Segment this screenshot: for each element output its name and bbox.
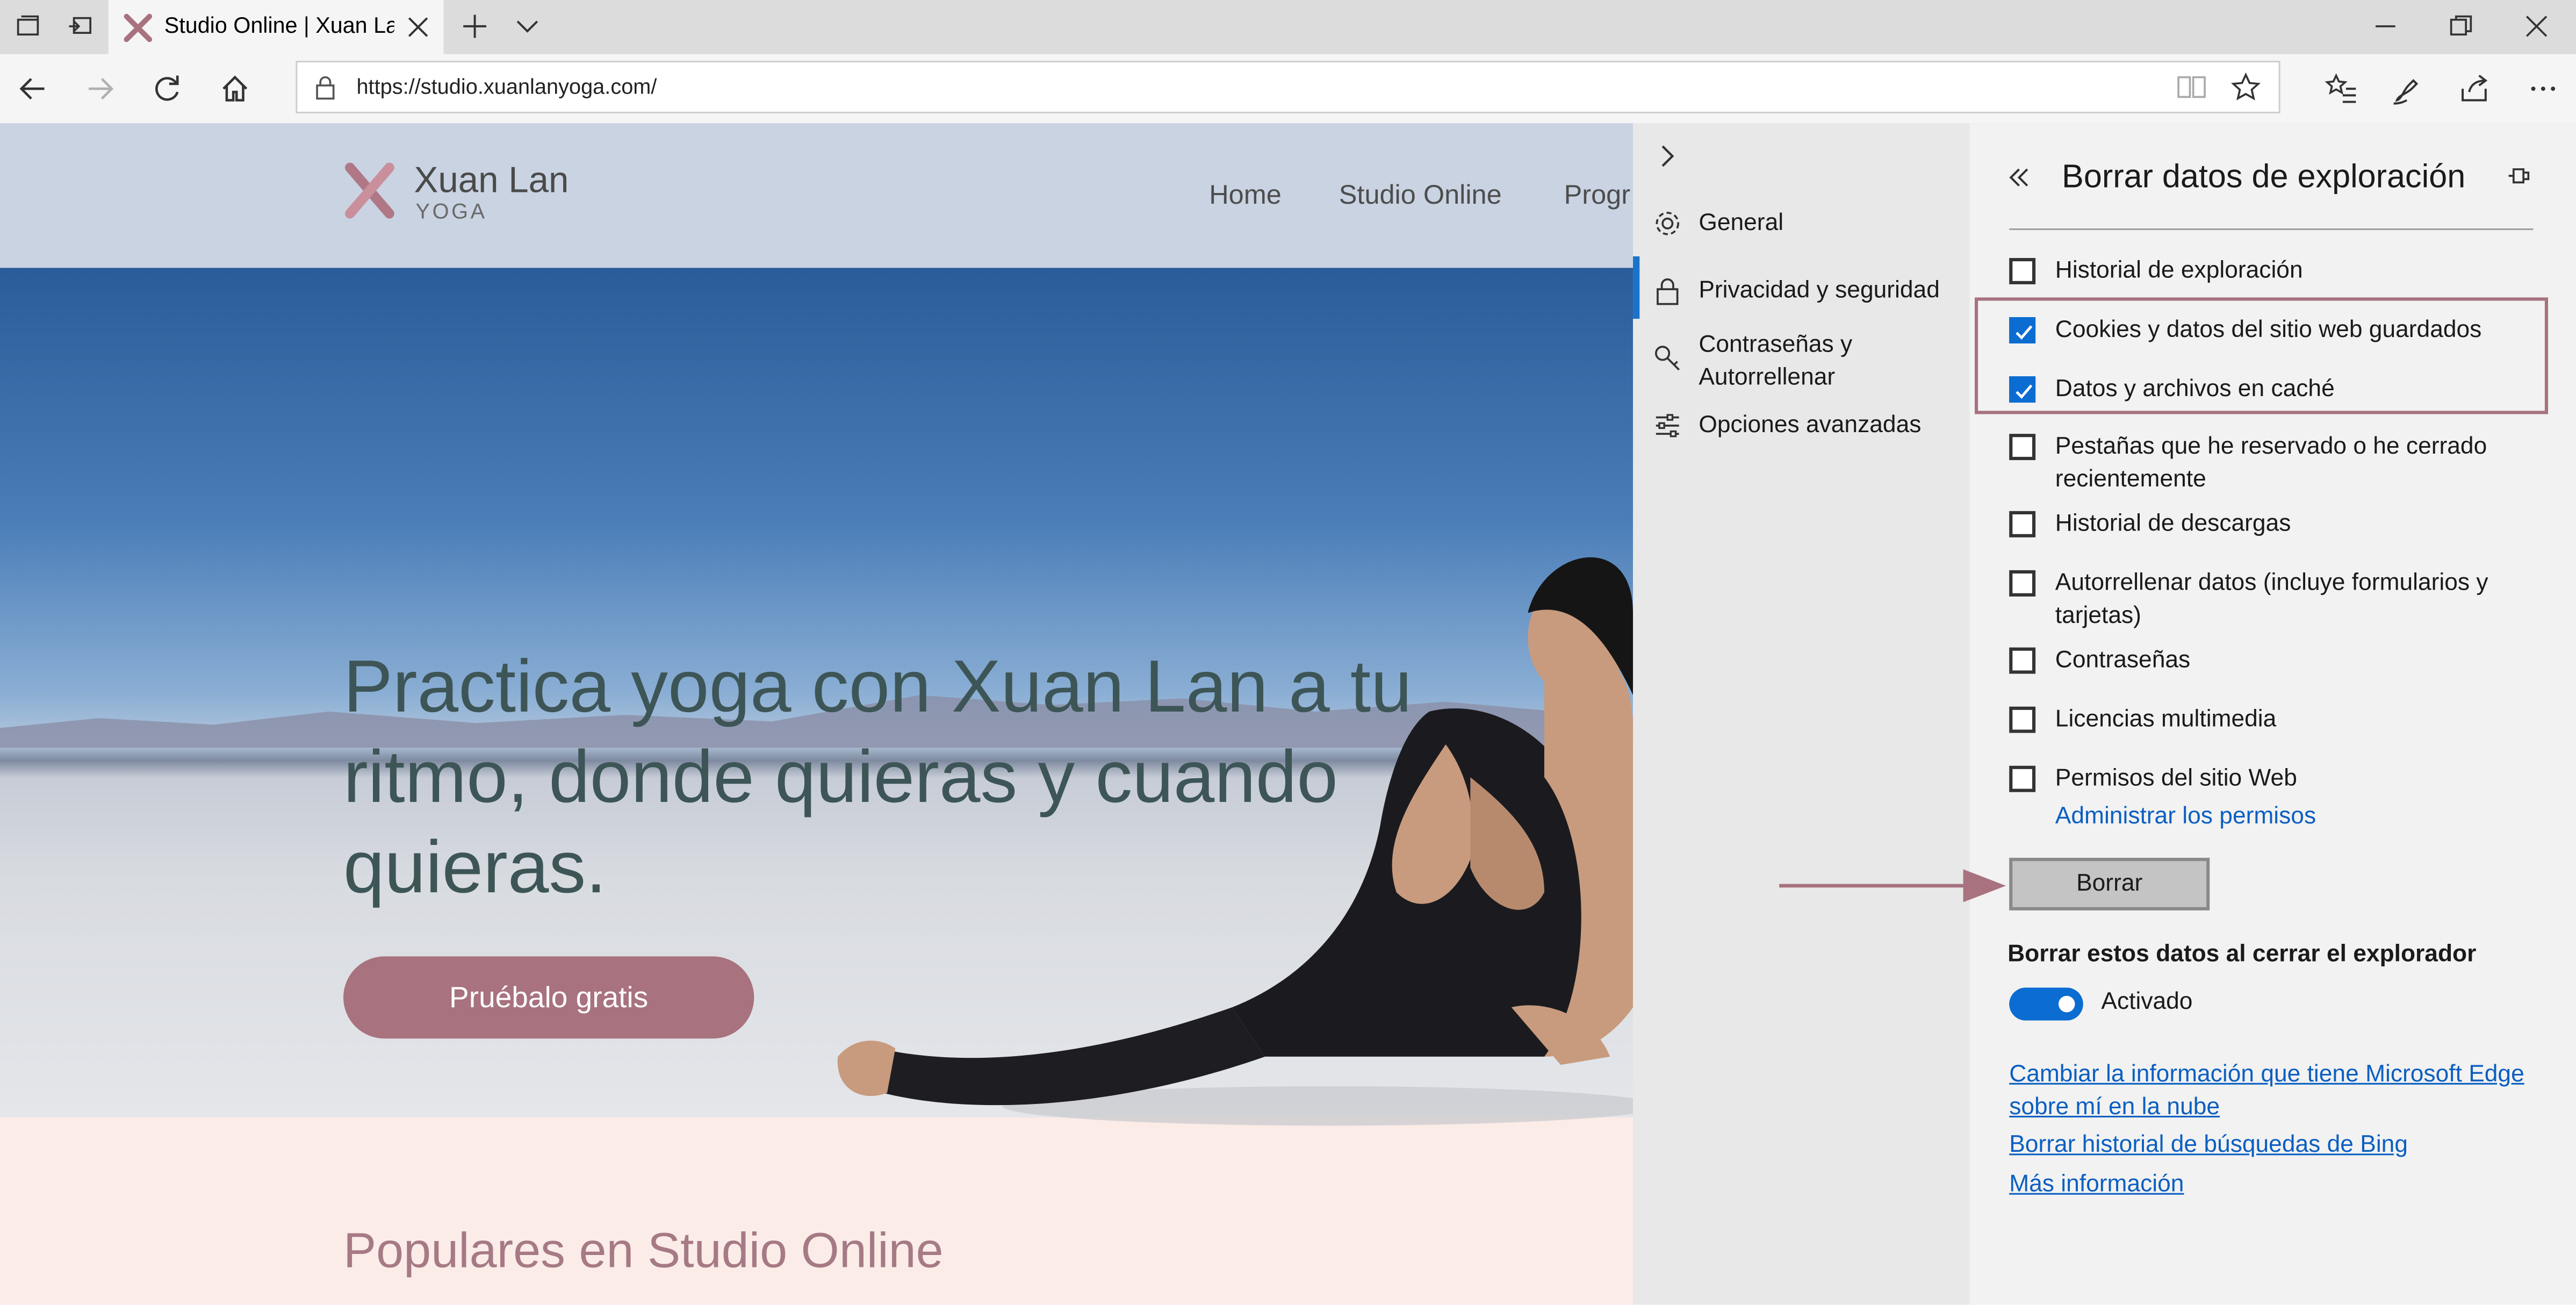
option-browsing-history[interactable]: Historial de exploración	[1970, 255, 2576, 294]
clear-browsing-data-pane: Borrar datos de exploración Historial de…	[1969, 123, 2576, 1305]
double-chevron-left-icon[interactable]	[2006, 164, 2032, 191]
checkbox[interactable]	[2009, 647, 2036, 674]
pane-title: Borrar datos de exploración	[2062, 159, 2466, 196]
checkbox-label: Cookies y datos del sitio web guardados	[2055, 317, 2482, 343]
logo-name[interactable]: Xuan Lan	[414, 160, 569, 202]
bing-history-link[interactable]: Borrar historial de búsquedas de Bing	[2009, 1129, 2408, 1161]
clear-on-close-heading: Borrar estos datos al cerrar el explorad…	[2007, 941, 2477, 968]
checkbox-label: Datos y archivos en caché	[2055, 376, 2335, 403]
more-icon[interactable]	[2527, 73, 2559, 105]
browser-tab[interactable]: Studio Online | Xuan Lan	[108, 0, 444, 54]
checkbox[interactable]	[2009, 434, 2036, 461]
restore-icon[interactable]	[2448, 13, 2474, 39]
checkbox[interactable]	[2009, 376, 2036, 403]
chevron-right-icon[interactable]	[1654, 143, 1681, 169]
hero-headline: Practica yoga con Xuan Lan a tu ritmo, d…	[343, 644, 1412, 909]
checkbox-label: Autorrellenar datos (incluye formularios…	[2055, 570, 2488, 629]
checkbox-label: Contraseñas	[2055, 647, 2191, 674]
pen-icon[interactable]	[2392, 73, 2425, 105]
option-media-licenses[interactable]: Licencias multimedia	[1970, 704, 2576, 743]
logo-icon[interactable]	[343, 162, 396, 219]
cloud-info-link[interactable]: Cambiar la información que tiene Microso…	[2009, 1058, 2535, 1124]
tab-title: Studio Online | Xuan Lan	[164, 13, 394, 38]
site-header: Xuan Lan YOGA Home Studio Online Progr	[0, 123, 1634, 268]
option-downloads[interactable]: Historial de descargas	[1970, 508, 2576, 547]
close-icon[interactable]	[2523, 13, 2550, 39]
tabs-aside-icon[interactable]	[15, 13, 41, 39]
refresh-icon[interactable]	[151, 73, 184, 105]
settings-nav-passwords[interactable]: Contraseñas y Autorrellenar	[1633, 327, 1970, 392]
option-cookies[interactable]: Cookies y datos del sitio web guardados	[1970, 314, 2576, 353]
checkmark-icon	[2016, 384, 2033, 399]
nav-link-studio-online[interactable]: Studio Online	[1339, 181, 1502, 212]
option-passwords[interactable]: Contraseñas	[1970, 644, 2576, 684]
section-title: Populares en Studio Online	[343, 1224, 944, 1279]
option-autofill[interactable]: Autorrellenar datos (incluye formularios…	[1970, 567, 2576, 636]
hero-section: Practica yoga con Xuan Lan a tu ritmo, d…	[0, 268, 1634, 1126]
address-bar[interactable]: https://studio.xuanlanyoga.com/	[296, 61, 2280, 113]
settings-nav-advanced[interactable]: Opciones avanzadas	[1633, 406, 1970, 448]
nav-link-programs[interactable]: Progr	[1564, 181, 1630, 212]
checkbox[interactable]	[2009, 317, 2036, 343]
settings-nav-label: Contraseñas y Autorrellenar	[1699, 332, 1853, 391]
chevron-down-icon[interactable]	[514, 13, 541, 39]
plus-icon[interactable]	[462, 13, 488, 39]
checkmark-icon	[2016, 325, 2033, 340]
annotation-arrow-icon	[1779, 869, 2006, 902]
divider	[2009, 228, 2534, 231]
logo-subtitle: YOGA	[415, 198, 487, 224]
gear-icon	[1653, 209, 1682, 238]
checkbox-label: Pestañas que he reservado o he cerrado r…	[2055, 434, 2487, 493]
settings-nav-privacy[interactable]: Privacidad y seguridad	[1633, 271, 1970, 313]
toggle-label: Activado	[2101, 989, 2193, 1016]
close-tab-icon[interactable]	[407, 17, 429, 38]
settings-nav-label: Privacidad y seguridad	[1699, 277, 1940, 304]
option-site-permissions[interactable]: Permisos del sitio Web	[1970, 763, 2576, 802]
more-info-link[interactable]: Más información	[2009, 1168, 2184, 1201]
settings-nav-general[interactable]: General	[1633, 204, 1970, 246]
checkbox-label: Licencias multimedia	[2055, 706, 2277, 733]
checkbox[interactable]	[2009, 765, 2036, 792]
lock-icon	[1653, 276, 1682, 306]
try-free-button[interactable]: Pruébalo gratis	[343, 956, 754, 1039]
checkbox-label: Historial de descargas	[2055, 511, 2291, 537]
settings-nav-label: General	[1699, 210, 1784, 237]
key-icon	[1653, 343, 1682, 373]
reading-view-icon[interactable]	[2177, 74, 2206, 101]
manage-permissions-link[interactable]: Administrar los permisos	[2055, 800, 2316, 833]
option-cache[interactable]: Datos y archivos en caché	[1970, 373, 2576, 412]
set-aside-tabs-icon[interactable]	[67, 13, 93, 39]
title-bar: Studio Online | Xuan Lan	[0, 0, 2576, 54]
sliders-icon	[1653, 411, 1682, 440]
checkbox-label: Permisos del sitio Web	[2055, 765, 2297, 792]
favorites-list-icon[interactable]	[2325, 73, 2357, 105]
option-tabs[interactable]: Pestañas que he reservado o he cerrado r…	[1970, 431, 2576, 499]
lock-icon	[314, 74, 337, 101]
settings-nav-label: Opciones avanzadas	[1699, 412, 1922, 439]
checkbox[interactable]	[2009, 258, 2036, 284]
forward-arrow-icon[interactable]	[84, 73, 117, 105]
share-icon[interactable]	[2458, 73, 2491, 105]
nav-link-home[interactable]: Home	[1209, 181, 1282, 212]
settings-nav-pane: General Privacidad y seguridad Contraseñ…	[1633, 123, 1970, 1305]
minimize-icon[interactable]	[2372, 13, 2399, 39]
site-favicon-icon	[123, 13, 153, 42]
url-text: https://studio.xuanlanyoga.com/	[356, 74, 657, 99]
favorite-star-icon[interactable]	[2230, 72, 2261, 102]
checkbox-label: Historial de exploración	[2055, 258, 2303, 284]
web-page: Xuan Lan YOGA Home Studio Online Progr P…	[0, 123, 1634, 1305]
navigation-bar: https://studio.xuanlanyoga.com/	[0, 54, 2576, 125]
toggle-knob	[2058, 995, 2075, 1013]
checkbox[interactable]	[2009, 511, 2036, 537]
clear-on-close-toggle[interactable]	[2009, 987, 2083, 1021]
checkbox[interactable]	[2009, 570, 2036, 597]
home-icon[interactable]	[219, 73, 251, 105]
checkbox[interactable]	[2009, 706, 2036, 733]
clear-button[interactable]: Borrar	[2009, 857, 2210, 910]
pin-icon[interactable]	[2507, 163, 2534, 189]
back-arrow-icon[interactable]	[17, 73, 49, 105]
